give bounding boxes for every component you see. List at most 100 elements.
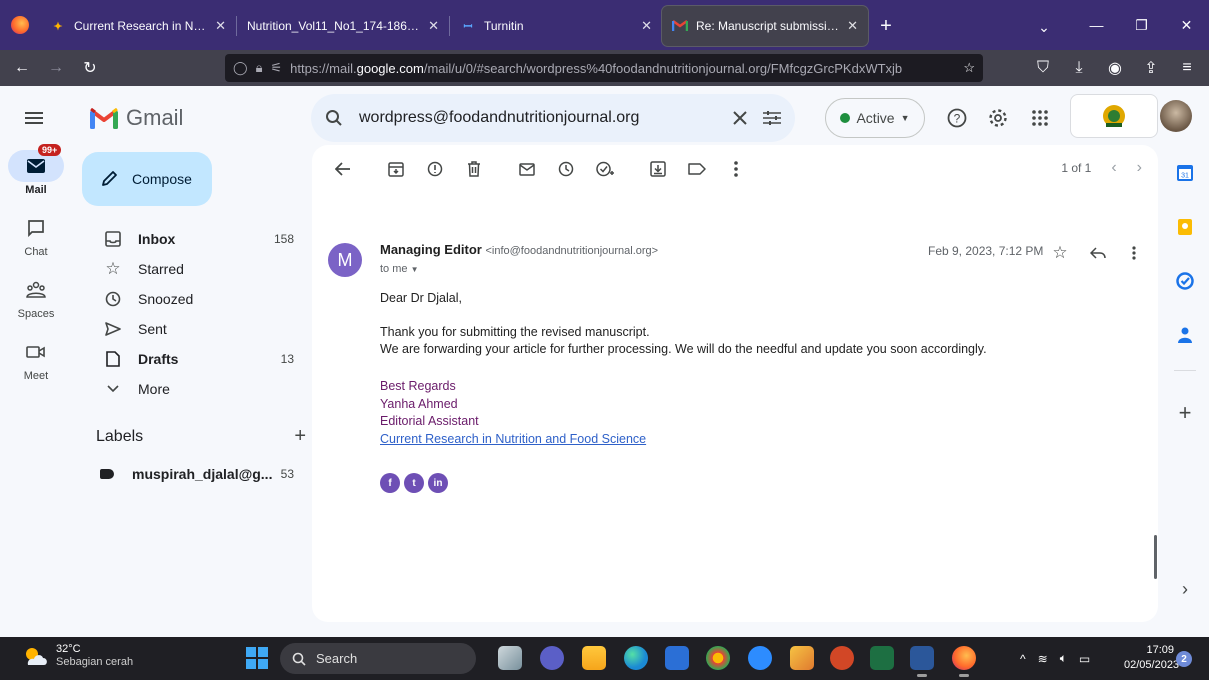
word-icon[interactable] [910,646,934,677]
sender-avatar[interactable]: M [328,243,362,277]
close-window-icon[interactable]: ✕ [1164,0,1209,50]
system-clock[interactable]: 17:09 02/05/2023 [1124,643,1179,673]
sticky-app-icon[interactable] [790,646,814,670]
delete-trash-icon[interactable] [459,154,489,184]
downloads-icon[interactable]: ⤓ [1065,54,1093,82]
tab-current-research[interactable]: ✦ Current Research in Nutrition an ✕ [40,6,236,46]
close-tab-icon[interactable]: ✕ [428,18,439,34]
journal-link[interactable]: Current Research in Nutrition and Food S… [380,432,646,446]
excel-icon[interactable] [870,646,894,670]
shield-icon[interactable]: ◯ [233,60,248,76]
bookmark-star-icon[interactable]: ☆ [963,60,975,76]
pocket-icon[interactable]: ⛉ [1029,54,1057,82]
add-to-tasks-icon[interactable] [590,154,620,184]
search-icon[interactable] [325,109,343,127]
archive-icon[interactable] [381,154,411,184]
reply-arrow-icon[interactable] [1086,241,1110,265]
close-tab-icon[interactable]: ✕ [847,18,858,34]
folder-sent[interactable]: Sent [82,314,308,344]
folder-inbox[interactable]: Inbox 158 [82,224,308,254]
tab-pdf[interactable]: Nutrition_Vol11_No1_174-186.pdf ✕ [237,6,449,46]
share-icon[interactable]: ⇪ [1137,54,1165,82]
close-tab-icon[interactable]: ✕ [215,18,226,34]
taskbar-search[interactable]: Search [280,643,476,674]
edge-browser-icon[interactable] [624,646,648,670]
teams-chat-icon[interactable] [540,646,564,670]
show-side-panel-chevron-icon[interactable]: › [1174,578,1196,600]
prev-chevron-icon[interactable]: ‹ [1111,159,1116,177]
tray-chevron-up-icon[interactable]: ^ [1020,652,1026,666]
rail-item-chat[interactable]: Chat [0,212,72,274]
message-more-vert-icon[interactable] [1122,241,1146,265]
tab-turnitin[interactable]: ꟷ Turnitin ✕ [450,6,662,46]
url-bar[interactable]: ◯ 🔒︎ ⚟ https://mail.google.com/mail/u/0/… [225,54,983,82]
facebook-icon[interactable]: f [380,473,400,493]
apps-grid-icon[interactable] [1028,106,1052,130]
lock-icon[interactable]: 🔒︎ [256,60,263,76]
more-vert-icon[interactable] [721,154,751,184]
label-item[interactable]: muspirah_djalal@g... 53 [82,459,308,489]
speaker-icon[interactable]: 🔈︎ [1060,651,1067,666]
firefox-taskbar-icon[interactable] [952,646,976,677]
search-bar[interactable]: wordpress@foodandnutritionjournal.org [311,94,795,142]
organization-logo[interactable] [1070,94,1158,138]
add-label-plus-icon[interactable]: + [294,425,306,448]
settings-gear-icon[interactable] [986,106,1010,130]
search-input[interactable]: wordpress@foodandnutritionjournal.org [359,109,717,127]
clear-search-icon[interactable] [733,111,747,125]
windows-start-icon[interactable] [246,647,268,669]
folder-starred[interactable]: ☆ Starred [82,254,308,284]
compose-button[interactable]: Compose [82,152,212,206]
weather-widget[interactable]: 32°C Sebagian cerah [22,643,133,669]
chrome-icon[interactable] [706,646,730,670]
label-tag-outline-icon[interactable] [682,154,712,184]
move-to-icon[interactable] [643,154,673,184]
rail-item-mail[interactable]: 99+ Mail [0,144,72,212]
search-options-icon[interactable] [763,110,781,126]
powerpoint-icon[interactable] [830,646,854,670]
tab-gmail[interactable]: Re: Manuscript submission for ✕ [662,6,868,46]
folder-more[interactable]: More [82,374,308,404]
sender-line[interactable]: Managing Editor <info@foodandnutritionjo… [380,242,658,257]
task-view-icon[interactable] [498,646,522,670]
new-tab-button[interactable]: + [868,15,904,38]
calendar-icon[interactable]: 31 [1174,162,1196,184]
gmail-logo[interactable]: Gmail [90,105,183,131]
rail-item-spaces[interactable]: Spaces [0,274,72,336]
battery-icon[interactable]: ▭ [1079,652,1090,666]
mark-unread-icon[interactable] [512,154,542,184]
reload-icon[interactable]: ↻ [76,54,104,82]
menu-icon[interactable]: ≡ [1173,54,1201,82]
snooze-clock-icon[interactable] [551,154,581,184]
star-message-icon[interactable]: ☆ [1048,241,1072,265]
keep-icon[interactable] [1174,216,1196,238]
recipients-toggle[interactable]: to me ▼ [380,263,419,275]
account-avatar[interactable] [1160,100,1192,132]
back-arrow-icon[interactable]: ← [8,54,36,82]
linkedin-icon[interactable]: in [428,473,448,493]
zoom-icon[interactable] [748,646,772,670]
next-chevron-icon[interactable]: › [1137,159,1142,177]
contacts-icon[interactable] [1174,324,1196,346]
minimize-window-icon[interactable]: — [1074,0,1119,50]
microsoft-store-icon[interactable] [665,646,689,670]
forward-arrow-icon[interactable]: → [42,54,70,82]
folder-snoozed[interactable]: Snoozed [82,284,308,314]
back-to-search-icon[interactable] [328,154,358,184]
notification-badge[interactable]: 2 [1176,651,1192,667]
restore-window-icon[interactable]: ❐ [1119,0,1164,50]
file-explorer-icon[interactable] [582,646,606,670]
report-spam-icon[interactable] [420,154,450,184]
permissions-icon[interactable]: ⚟ [270,60,282,76]
close-tab-icon[interactable]: ✕ [641,18,652,34]
list-tabs-chevron-icon[interactable]: ⌄ [1014,19,1074,36]
twitter-icon[interactable]: t [404,473,424,493]
wifi-icon[interactable]: ≋ [1038,652,1048,666]
status-dropdown[interactable]: Active ▼ [825,98,925,138]
scrollbar-thumb[interactable] [1154,535,1157,579]
extension-icon[interactable]: ◉ [1101,54,1129,82]
rail-item-meet[interactable]: Meet [0,336,72,398]
main-menu-icon[interactable] [14,98,54,138]
firefox-logo-icon[interactable] [0,0,40,50]
get-addons-plus-icon[interactable]: + [1174,400,1196,425]
